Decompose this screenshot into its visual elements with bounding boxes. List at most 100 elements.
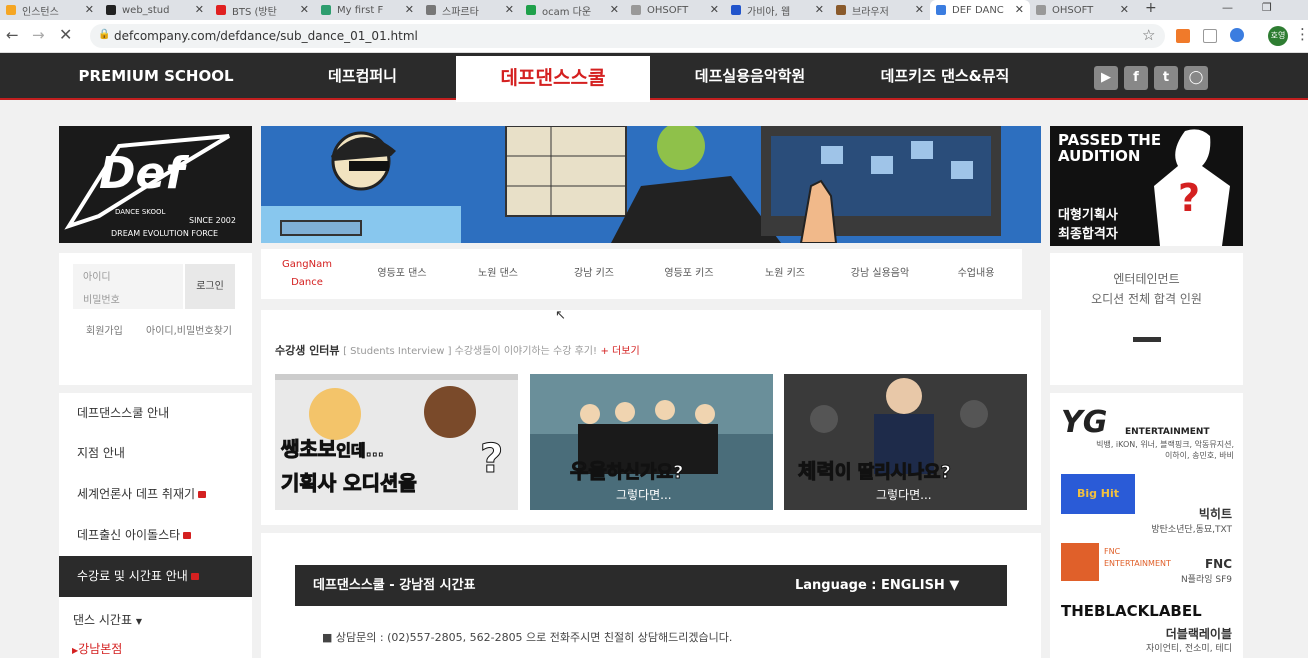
close-tab-icon[interactable]: ✕ <box>915 3 924 16</box>
sub-heading-label: 댄스 시간표 <box>73 613 133 627</box>
menu-icon[interactable]: ⋮ <box>1295 25 1308 43</box>
password-input[interactable]: 비밀번호 <box>83 291 120 306</box>
sub-item-gangnam[interactable]: ▶강남본점 <box>72 640 122 657</box>
tab-nowon-kids[interactable]: 노원 키즈 <box>739 249 831 299</box>
yg-artists: 빅뱅, iKON, 위너, 블랙핑크, 악동뮤지션, 이하이, 송민호, 바비 <box>1096 440 1234 460</box>
tab-yeongdeungpo-dance[interactable]: 영등포 댄스 <box>356 249 448 299</box>
extension-icon[interactable] <box>1230 28 1244 42</box>
forward-icon[interactable]: → <box>32 26 45 44</box>
question-mark-icon: ? <box>1178 176 1201 220</box>
close-tab-icon[interactable]: ✕ <box>1120 3 1129 16</box>
schedule-header: 데프댄스스쿨 - 강남점 시간표 Language : ENGLISH ▼ <box>295 565 1007 606</box>
tab-yeongdeungpo-kids[interactable]: 영등포 키즈 <box>643 249 735 299</box>
theblacklabel-artists: 자이언티, 전소미, 테디 <box>1146 644 1232 654</box>
close-tab-icon[interactable]: ✕ <box>1015 3 1024 16</box>
sub-heading-dance-schedule[interactable]: 댄스 시간표 ▼ <box>73 611 142 628</box>
new-badge <box>198 491 207 498</box>
nav-premium-school[interactable]: PREMIUM SCHOOL <box>70 53 242 100</box>
close-tab-icon[interactable]: ✕ <box>815 3 824 16</box>
tab-gangnam-music[interactable]: 강남 실용음악 <box>834 249 926 299</box>
def-logo[interactable]: Def DANCE SKOOL SINCE 2002 DREAM EVOLUTI… <box>59 126 252 243</box>
schedule-title: 데프댄스스쿨 - 강남점 시간표 <box>313 578 476 593</box>
tab-gangnam-kids[interactable]: 강남 키즈 <box>548 249 640 299</box>
logo-brand: Def <box>99 148 185 199</box>
bighit-logo[interactable]: Big Hit <box>1061 474 1135 514</box>
v-icon <box>321 5 331 15</box>
interview-thumb[interactable]: 우울하신가요? 그렇다면... <box>530 374 773 510</box>
browser-tab[interactable]: OHSOFT ✕ <box>625 0 725 20</box>
language-select[interactable]: Language : ENGLISH ▼ <box>795 565 959 606</box>
bear-icon <box>836 5 846 15</box>
browser-tab[interactable]: 가비아, 웹 ✕ <box>725 0 830 20</box>
find-account-link[interactable]: 아이디,비밀번호찾기 <box>146 322 232 337</box>
side-menu-item-active[interactable]: 수강료 및 시간표 안내 <box>59 556 252 597</box>
star-icon[interactable]: ☆ <box>1142 26 1155 44</box>
close-tab-icon[interactable]: ✕ <box>405 3 414 16</box>
thumb-highlight: 체력 <box>798 459 836 484</box>
logo-since: SINCE 2002 <box>189 216 236 225</box>
login-button[interactable]: 로그인 <box>185 264 235 309</box>
interview-thumb[interactable]: 쌩초보인데... 기획사 오디션을 ? <box>275 374 518 510</box>
mouse-cursor: ↖ <box>555 308 566 323</box>
pass-count-line1: 엔터테인먼트 <box>1113 272 1180 286</box>
side-menu-item[interactable]: 데프출신 아이돌스타 <box>59 515 252 556</box>
tab-title: 브라우저 <box>852 6 889 18</box>
extension-icon[interactable] <box>1176 29 1190 43</box>
close-tab-icon[interactable]: ✕ <box>300 3 309 16</box>
close-tab-icon[interactable]: ✕ <box>610 3 619 16</box>
instagram-icon[interactable]: ◯ <box>1184 66 1208 90</box>
id-input[interactable]: 아이디 <box>83 268 111 283</box>
interview-thumb[interactable]: 체력이 딸리시나요? 그렇다면... <box>784 374 1027 510</box>
side-menu-item[interactable]: 데프댄스스쿨 안내 <box>59 393 252 434</box>
theblacklabel-logo[interactable]: THEBLACKLABEL <box>1061 602 1202 620</box>
nav-def-kids[interactable]: 데프키즈 댄스&뮤직 <box>860 53 1030 100</box>
nav-def-music-academy[interactable]: 데프실용음악학원 <box>665 53 835 100</box>
side-menu-item[interactable]: 지점 안내 <box>59 433 252 474</box>
minimize-icon[interactable]: — <box>1222 1 1233 14</box>
browser-tab[interactable]: 스파르타 ✕ <box>420 0 520 20</box>
side-menu-label: 지점 안내 <box>77 446 125 460</box>
close-tab-icon[interactable]: ✕ <box>195 3 204 16</box>
url-text[interactable]: defcompany.com/defdance/sub_dance_01_01.… <box>114 29 418 43</box>
stop-icon[interactable]: ✕ <box>59 25 72 44</box>
side-menu-item[interactable]: 세계언론사 데프 취재기 <box>59 474 252 515</box>
back-icon[interactable]: ← <box>6 26 19 44</box>
join-link[interactable]: 회원가입 <box>86 322 123 337</box>
browser-tab[interactable]: OHSOFT ✕ <box>1030 0 1135 20</box>
nav-def-dance-school[interactable]: 데프댄스스쿨 <box>456 56 650 102</box>
tab-gangnam-dance[interactable]: GangNam Dance <box>262 249 352 299</box>
restore-icon[interactable]: ❐ <box>1262 1 1272 14</box>
browser-tab[interactable]: 브라우저 ✕ <box>830 0 930 20</box>
audition-banner[interactable]: PASSED THE AUDITION ? 대형기획사 최종합격자 <box>1050 126 1243 246</box>
browser-tab[interactable]: My first F ✕ <box>315 0 420 20</box>
browser-tab[interactable]: ocam 다운 ✕ <box>520 0 625 20</box>
close-tab-icon[interactable]: ✕ <box>505 3 514 16</box>
tab-title: ocam 다운 <box>542 6 592 18</box>
twitter-icon[interactable]: t <box>1154 66 1178 90</box>
tab-title: OHSOFT <box>647 4 689 16</box>
book-icon <box>426 5 436 15</box>
browser-tab[interactable]: web_stud ✕ <box>100 0 210 20</box>
pass-count-line2: 오디션 전체 합격 인원 <box>1091 292 1202 306</box>
folder-icon <box>6 5 16 15</box>
more-link[interactable]: + 더보기 <box>601 346 640 357</box>
browser-tab[interactable]: DEF DANC ✕ <box>930 0 1030 20</box>
browser-tab[interactable]: 인스턴스 ✕ <box>0 0 100 20</box>
close-tab-icon[interactable]: ✕ <box>710 3 719 16</box>
theblacklabel-name: 더블랙레이블 <box>1165 627 1232 641</box>
profile-avatar[interactable]: 호영 <box>1268 26 1288 46</box>
nav-def-company[interactable]: 데프컴퍼니 <box>290 53 435 100</box>
browser-tab[interactable]: BTS (방탄 ✕ <box>210 0 315 20</box>
fnc-logo-mark[interactable] <box>1061 543 1099 581</box>
close-tab-icon[interactable]: ✕ <box>85 3 94 16</box>
thumb-line1-rest: 이 딸리시나요? <box>834 462 951 484</box>
new-tab-button[interactable]: + <box>1145 0 1157 16</box>
tab-nowon-dance[interactable]: 노원 댄스 <box>452 249 544 299</box>
facebook-icon[interactable]: f <box>1124 66 1148 90</box>
youtube-icon[interactable]: ▶ <box>1094 66 1118 90</box>
tab-class-info[interactable]: 수업내용 <box>930 249 1022 299</box>
thumb-line1-rest: 인데... <box>336 441 385 461</box>
extension-icon[interactable] <box>1203 29 1217 43</box>
pass-count-placeholder <box>1133 337 1161 342</box>
yg-logo[interactable]: YG <box>1061 405 1107 440</box>
